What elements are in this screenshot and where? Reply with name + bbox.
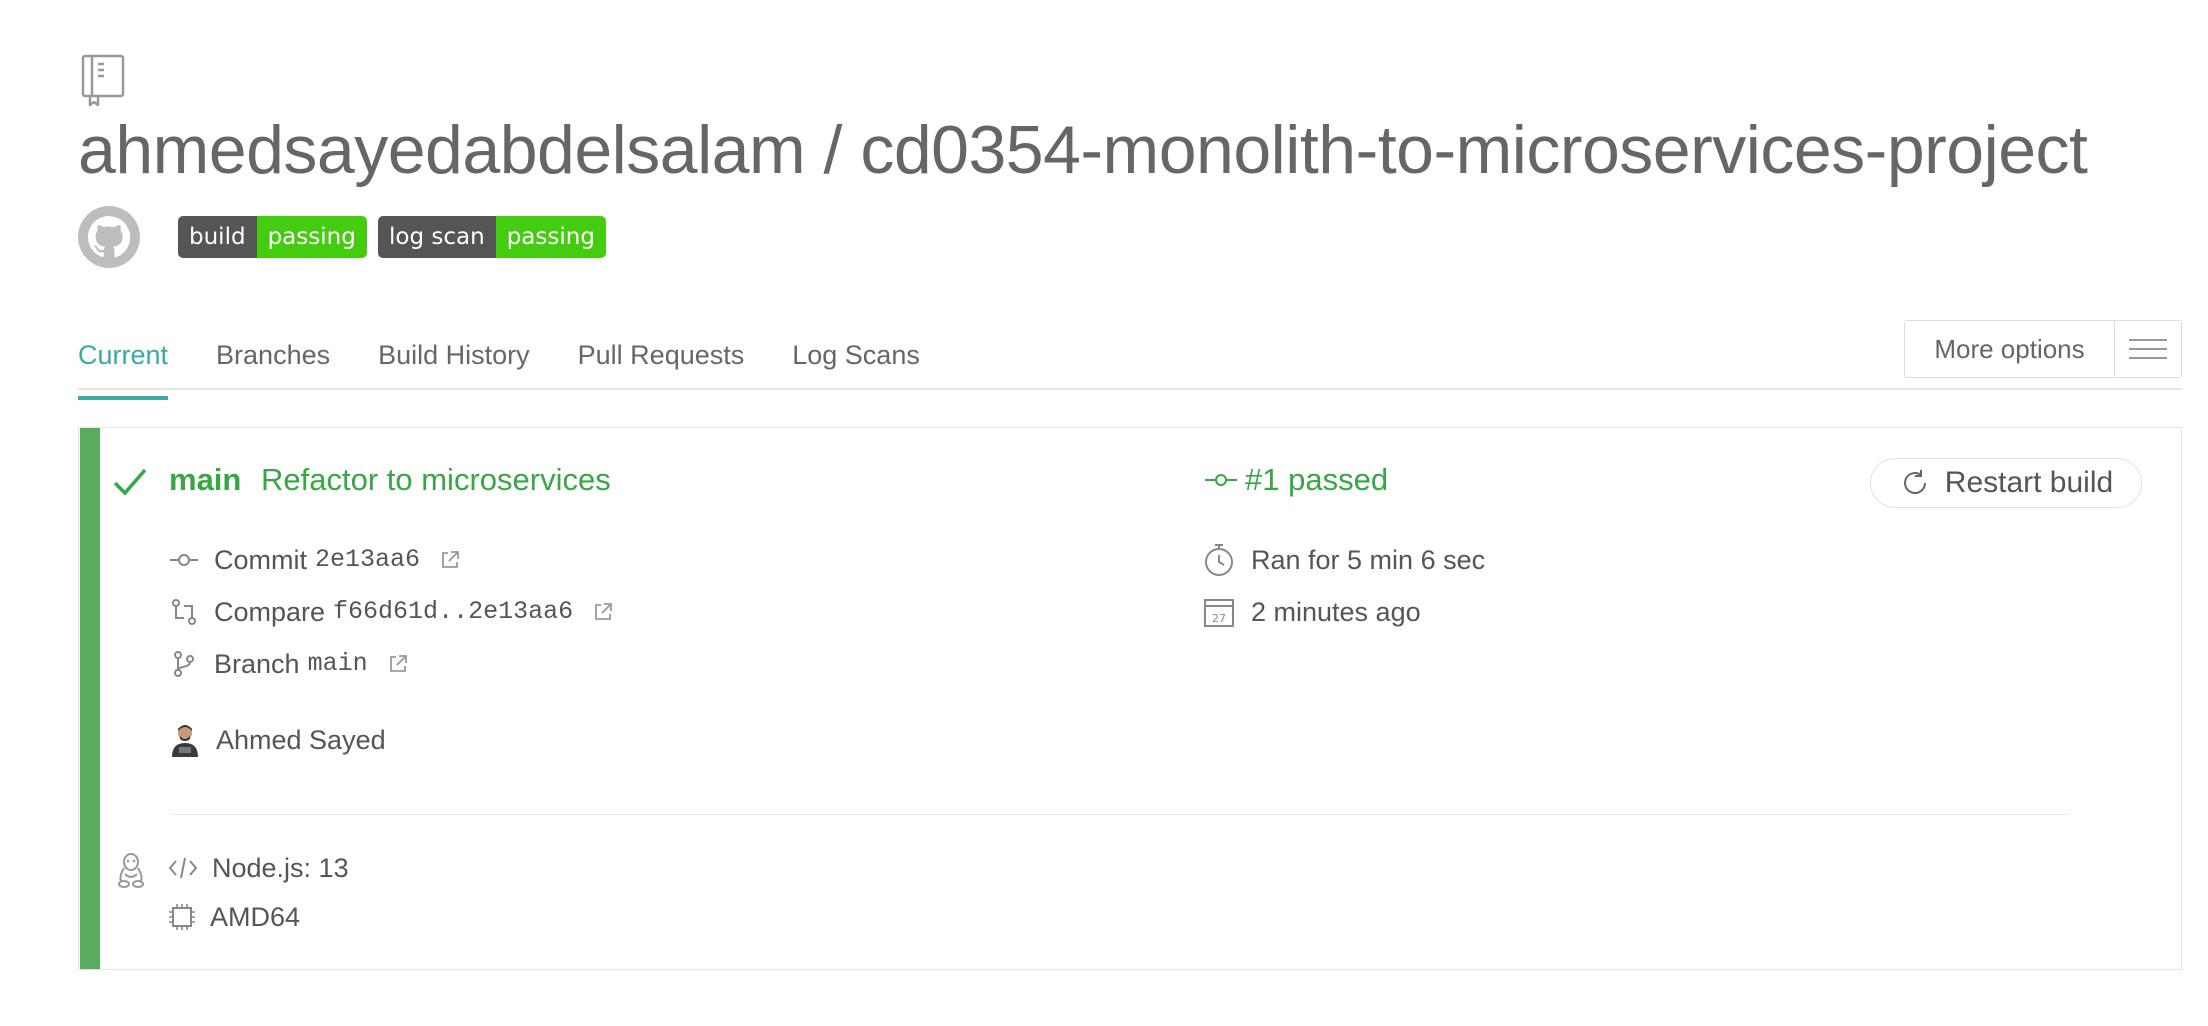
branch-label: Branch: [214, 649, 300, 679]
build-status-stripe: [80, 428, 100, 969]
build-duration: Ran for 5 min 6 sec: [1251, 545, 1486, 575]
cpu-icon: [169, 904, 195, 930]
build-finished-time: 2 minutes ago: [1251, 597, 1421, 627]
compare-row: Compare f66d61d..2e13aa6: [170, 592, 613, 632]
badge-label: build: [178, 216, 257, 258]
compare-label: Compare: [214, 597, 326, 627]
restart-build-button[interactable]: Restart build: [1870, 458, 2142, 508]
tab-branches[interactable]: Branches: [216, 330, 330, 390]
commit-icon: [170, 554, 198, 566]
build-number-status[interactable]: #1 passed: [1205, 460, 1388, 500]
badge-label: log scan: [378, 216, 496, 258]
finished-row: 27 2 minutes ago: [1203, 592, 1421, 632]
repository-icon: [80, 54, 126, 108]
current-build-card: [78, 427, 2182, 970]
passed-check-icon: [112, 464, 148, 500]
compare-range[interactable]: f66d61d..2e13aa6: [333, 592, 573, 632]
build-number-label: #1 passed: [1245, 462, 1389, 497]
commit-sha[interactable]: 2e13aa6: [315, 540, 420, 580]
restart-icon: [1903, 470, 1926, 494]
branch-icon: [174, 651, 194, 677]
compare-icon: [172, 599, 196, 625]
tab-pull-requests[interactable]: Pull Requests: [578, 330, 745, 390]
author-avatar: [172, 725, 198, 757]
author-name: Ahmed Sayed: [216, 725, 386, 755]
build-commit-message[interactable]: Refactor to microservices: [261, 460, 611, 500]
code-icon: [168, 857, 198, 879]
language-row: Node.js: 13: [168, 848, 349, 888]
linux-icon: [116, 852, 146, 888]
log-scan-badge[interactable]: log scan passing: [378, 216, 606, 258]
language-version: Node.js: 13: [212, 853, 349, 883]
external-link-icon[interactable]: [440, 550, 460, 570]
repository-title: ahmedsayedabdelsalam / cd0354-monolith-t…: [78, 112, 2088, 188]
architecture: AMD64: [210, 902, 301, 932]
badge-status: passing: [495, 216, 606, 258]
github-icon[interactable]: [78, 206, 140, 268]
calendar-day: 27: [1212, 612, 1226, 625]
restart-build-label: Restart build: [1944, 466, 2114, 499]
badge-status: passing: [256, 216, 367, 258]
card-divider: [172, 814, 2068, 815]
build-status-badge[interactable]: build passing: [178, 216, 367, 258]
external-link-icon[interactable]: [593, 602, 613, 622]
repo-tabs: Current Branches Build History Pull Requ…: [78, 330, 968, 400]
build-branch-name[interactable]: main: [169, 460, 241, 500]
branch-value[interactable]: main: [308, 644, 368, 684]
arch-row: AMD64: [168, 897, 300, 937]
duration-row: Ran for 5 min 6 sec: [1203, 540, 1485, 580]
commit-icon: [1205, 474, 1237, 486]
external-link-icon[interactable]: [388, 654, 408, 674]
calendar-icon: 27: [1204, 599, 1234, 627]
commit-row: Commit 2e13aa6: [170, 540, 460, 580]
tab-build-history[interactable]: Build History: [378, 330, 530, 390]
hamburger-menu-icon[interactable]: [2115, 321, 2181, 377]
tab-current[interactable]: Current: [78, 330, 169, 400]
tabs-divider: [78, 388, 2182, 390]
more-options-label: More options: [1905, 321, 2115, 377]
more-options-button[interactable]: More options: [1904, 320, 2182, 378]
stopwatch-icon: [1205, 544, 1233, 576]
commit-label: Commit: [214, 545, 307, 575]
author-row: Ahmed Sayed: [170, 720, 386, 760]
tab-log-scans[interactable]: Log Scans: [792, 330, 920, 390]
branch-row: Branch main: [170, 644, 408, 684]
